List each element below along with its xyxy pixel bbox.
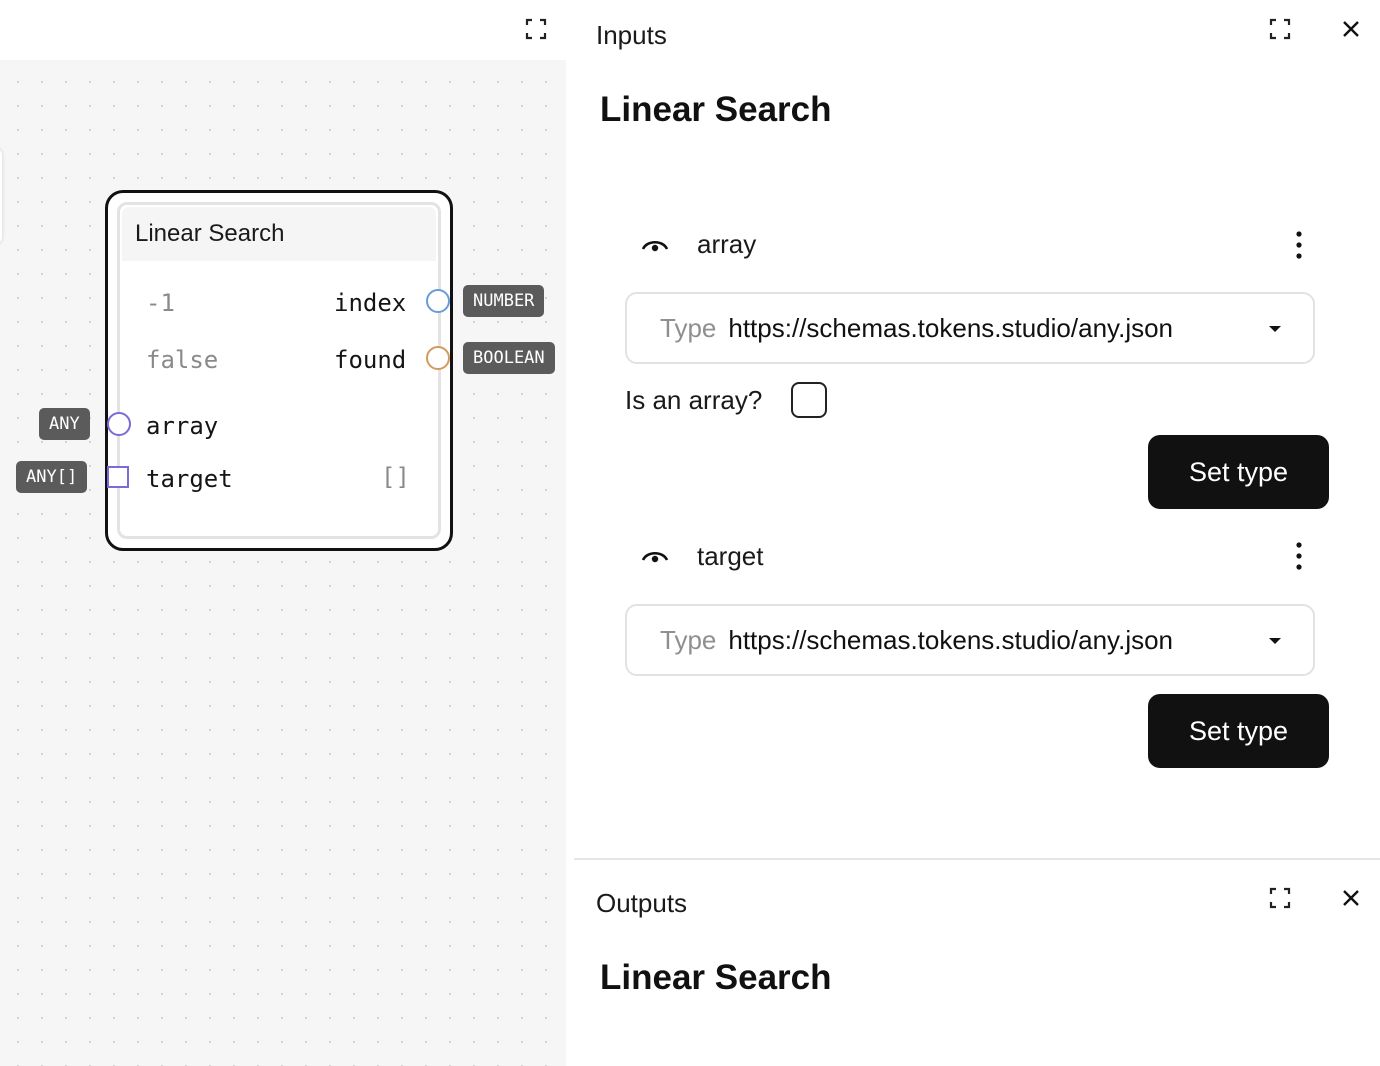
output-name-found: found [334, 346, 407, 374]
close-icon[interactable] [1337, 884, 1365, 912]
set-type-button-target[interactable]: Set type [1148, 694, 1329, 768]
type-tag-boolean: BOOLEAN [463, 342, 555, 374]
node-body: Linear Search -1 index false found array… [117, 202, 441, 539]
type-value: https://schemas.tokens.studio/any.json [728, 312, 1174, 343]
is-array-checkbox[interactable] [791, 382, 827, 418]
output-port-index[interactable] [426, 289, 450, 313]
node-title[interactable]: Linear Search [122, 207, 436, 261]
output-value-index: -1 [146, 289, 175, 317]
output-value-found: false [146, 346, 219, 374]
type-label: Type [660, 312, 717, 343]
type-tag-any-array: ANY[] [16, 461, 88, 493]
outputs-panel-label: Outputs [596, 888, 688, 918]
more-vertical-icon[interactable] [1286, 540, 1312, 572]
eye-icon[interactable] [639, 231, 671, 259]
panel-divider[interactable] [574, 858, 1380, 860]
chevron-down-icon [1269, 326, 1281, 332]
close-icon[interactable] [1337, 15, 1365, 43]
type-select-target[interactable]: Type https://schemas.tokens.studio/any.j… [625, 604, 1315, 676]
input-name-array: array [146, 412, 219, 440]
outputs-panel-title: Linear Search [600, 958, 832, 997]
fullscreen-icon[interactable] [522, 15, 550, 43]
type-tag-any: ANY [39, 408, 90, 440]
type-value: https://schemas.tokens.studio/any.json [728, 624, 1174, 655]
input-port-target[interactable] [107, 466, 129, 488]
eye-icon[interactable] [639, 542, 671, 570]
type-select-array[interactable]: Type https://schemas.tokens.studio/any.j… [625, 292, 1315, 364]
inputs-panel-title: Linear Search [600, 90, 832, 129]
input-value-target: [] [381, 463, 410, 491]
fullscreen-icon[interactable] [1266, 884, 1294, 912]
graph-canvas[interactable]: Linear Search -1 index false found array… [0, 60, 566, 1066]
canvas-toolbar [0, 0, 566, 60]
input-port-array[interactable] [107, 412, 131, 436]
input-name-target: target [146, 465, 233, 493]
type-tag-number: NUMBER [463, 285, 545, 317]
canvas-side-panel-edge[interactable] [0, 148, 2, 244]
output-name-index: index [334, 289, 407, 317]
field-name-target: target [697, 541, 764, 571]
chevron-down-icon [1269, 638, 1281, 644]
type-label: Type [660, 624, 717, 655]
field-name-array: array [697, 229, 757, 259]
is-array-label: Is an array? [625, 385, 763, 415]
fullscreen-icon[interactable] [1266, 15, 1294, 43]
output-port-found[interactable] [426, 346, 450, 370]
set-type-button-array[interactable]: Set type [1148, 435, 1329, 509]
inputs-panel-label: Inputs [596, 20, 667, 50]
more-vertical-icon[interactable] [1286, 229, 1312, 261]
linear-search-node[interactable]: Linear Search -1 index false found array… [105, 190, 453, 551]
